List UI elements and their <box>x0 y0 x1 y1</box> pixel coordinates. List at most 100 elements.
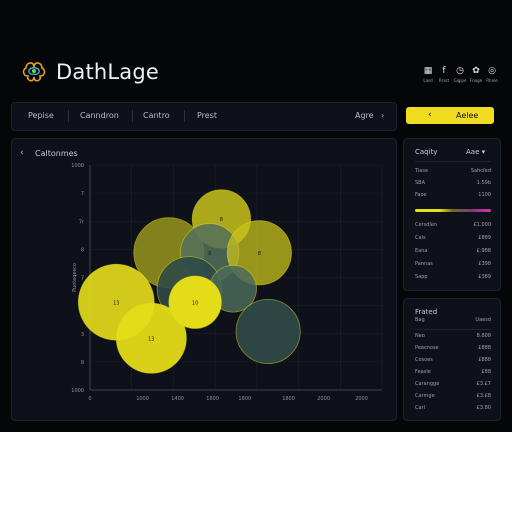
settings-icon[interactable]: ✿ <box>470 66 482 76</box>
x-tick-label: 1800 <box>238 396 251 402</box>
row-key: Faoe <box>415 192 427 198</box>
nav-bar: Pepise Canndron Cantro Prest Agre › <box>11 102 397 131</box>
x-tick-label: 1800 <box>206 396 219 402</box>
y-tick-label: 1000 <box>71 163 84 169</box>
summary-row: SBA 1.59b <box>415 180 491 190</box>
primary-action-label: Aelee <box>456 111 479 120</box>
chevron-left-icon: ‹ <box>428 110 432 120</box>
row-key: Pannas <box>415 261 433 267</box>
y-axis-label: Puoteqesco <box>72 263 78 292</box>
row-key: Eana <box>415 248 428 254</box>
row-value: £888 <box>478 345 491 351</box>
bubble-label: 8 <box>220 217 223 223</box>
row-key: Neo <box>415 333 425 339</box>
row-key: Carl <box>415 405 425 411</box>
x-tick-label: 1000 <box>136 396 149 402</box>
top-icon-label: Fnage <box>469 78 483 83</box>
summary-row: Faoe 1100 <box>415 192 491 202</box>
details-row: Carl £3.80 <box>415 405 491 415</box>
chevron-down-icon: ▾ <box>481 148 486 156</box>
summary-title: Caqity <box>415 148 438 156</box>
top-icon-label: Rhnle <box>486 78 498 83</box>
row-value: 1.59b <box>476 180 491 186</box>
y-tick-label: 3 <box>81 332 84 338</box>
row-value: £889 <box>478 235 491 241</box>
back-icon[interactable]: ‹ <box>20 148 24 158</box>
bubble-chart: 100077r875381000010001400180018001800200… <box>71 163 383 402</box>
divider <box>415 161 491 162</box>
row-key: Sapp <box>415 274 428 280</box>
row-key: Cosoes <box>415 357 433 363</box>
row-value: £3.£7 <box>476 381 491 387</box>
y-tick-label: 8 <box>81 247 84 253</box>
facebook-icon[interactable]: f <box>438 66 450 76</box>
row-key: Tiase <box>415 168 429 174</box>
row-key: Carmge <box>415 393 435 399</box>
row-value: £:988 <box>476 248 491 254</box>
summary-row: Eana £:988 <box>415 248 491 258</box>
top-icon-label: Gigipe <box>453 78 467 83</box>
summary-row: Pannas £398 <box>415 261 491 271</box>
nav-item-2[interactable]: Canndron <box>80 111 119 120</box>
summary-dropdown-label: Aae <box>466 148 480 156</box>
details-row: Carangge £3.£7 <box>415 381 491 391</box>
row-value: 1100 <box>478 192 491 198</box>
row-key: SBA <box>415 180 426 186</box>
chart-panel: 100077r875381000010001400180018001800200… <box>11 138 397 421</box>
row-value: £3.80 <box>476 405 491 411</box>
bubble-label: 8 <box>208 251 211 257</box>
row-value: £88 <box>481 369 491 375</box>
user-icon[interactable]: ◎ <box>486 66 498 76</box>
nav-separator <box>68 110 69 122</box>
primary-action-button[interactable]: ‹ Aelee <box>406 107 494 124</box>
nav-right-label[interactable]: Agre <box>355 111 374 120</box>
grid-icon[interactable]: ▦ <box>422 66 434 76</box>
bubble <box>235 298 301 365</box>
y-tick-label: 1000 <box>71 388 84 394</box>
app-window: DathLage ▦ f ◷ ✿ ◎ Lasd Rrsst Gigipe Fna… <box>0 0 512 432</box>
x-tick-label: 2000 <box>317 396 330 402</box>
row-key: Feasle <box>415 369 431 375</box>
logo-icon <box>22 62 46 82</box>
bubble-label: 13 <box>148 336 154 342</box>
row-key: Cersdlen <box>415 222 438 228</box>
nav-item-3[interactable]: Cantro <box>143 111 170 120</box>
x-tick-label: 1400 <box>171 396 184 402</box>
row-value: 8.808 <box>476 333 491 339</box>
clock-icon[interactable]: ◷ <box>454 66 466 76</box>
color-gradient-bar <box>415 209 491 212</box>
x-tick-label: 2000 <box>355 396 368 402</box>
nav-separator <box>184 110 185 122</box>
nav-item-1[interactable]: Pepise <box>28 111 54 120</box>
summary-row: Cersdlen £1.000 <box>415 222 491 232</box>
row-value: £398 <box>478 261 491 267</box>
row-value: £3.£8 <box>476 393 491 399</box>
chart-title: Caltonmes <box>35 149 78 158</box>
chevron-right-icon[interactable]: › <box>381 111 384 120</box>
y-tick-label: 7 <box>81 276 84 282</box>
top-icon-bar: ▦ f ◷ ✿ ◎ Lasd Rrsst Gigipe Fnage Rhnle <box>420 66 500 90</box>
details-header-row: Bag Uaesd <box>415 317 491 327</box>
x-tick-label: 1800 <box>282 396 295 402</box>
summary-panel: Caqity Aae ▾ Tiase Sahcfed SBA 1.59b Faoe 1… <box>403 138 501 291</box>
bubble-label: 10 <box>192 300 198 306</box>
row-value: £389 <box>478 274 491 280</box>
details-title: Frated <box>415 308 438 316</box>
summary-row: Cals £889 <box>415 235 491 245</box>
details-row: Neo 8.808 <box>415 333 491 343</box>
column-header: Uaesd <box>475 317 491 323</box>
details-row: Feasle £88 <box>415 369 491 379</box>
x-tick-label: 0 <box>88 396 91 402</box>
app-title: DathLage <box>56 60 160 84</box>
y-tick-label: 8 <box>81 360 84 366</box>
top-icon-label: Rrsst <box>438 78 450 83</box>
row-value: £1.000 <box>473 222 492 228</box>
summary-dropdown[interactable]: Aae ▾ <box>466 148 485 156</box>
bubble-label: 13 <box>113 300 119 306</box>
summary-row: Sapp £389 <box>415 274 491 284</box>
nav-item-4[interactable]: Prest <box>197 111 217 120</box>
bubble-label: 8 <box>258 251 261 257</box>
y-tick-label: 7r <box>79 219 85 225</box>
details-row: Cosoes £888 <box>415 357 491 367</box>
divider <box>415 329 491 330</box>
